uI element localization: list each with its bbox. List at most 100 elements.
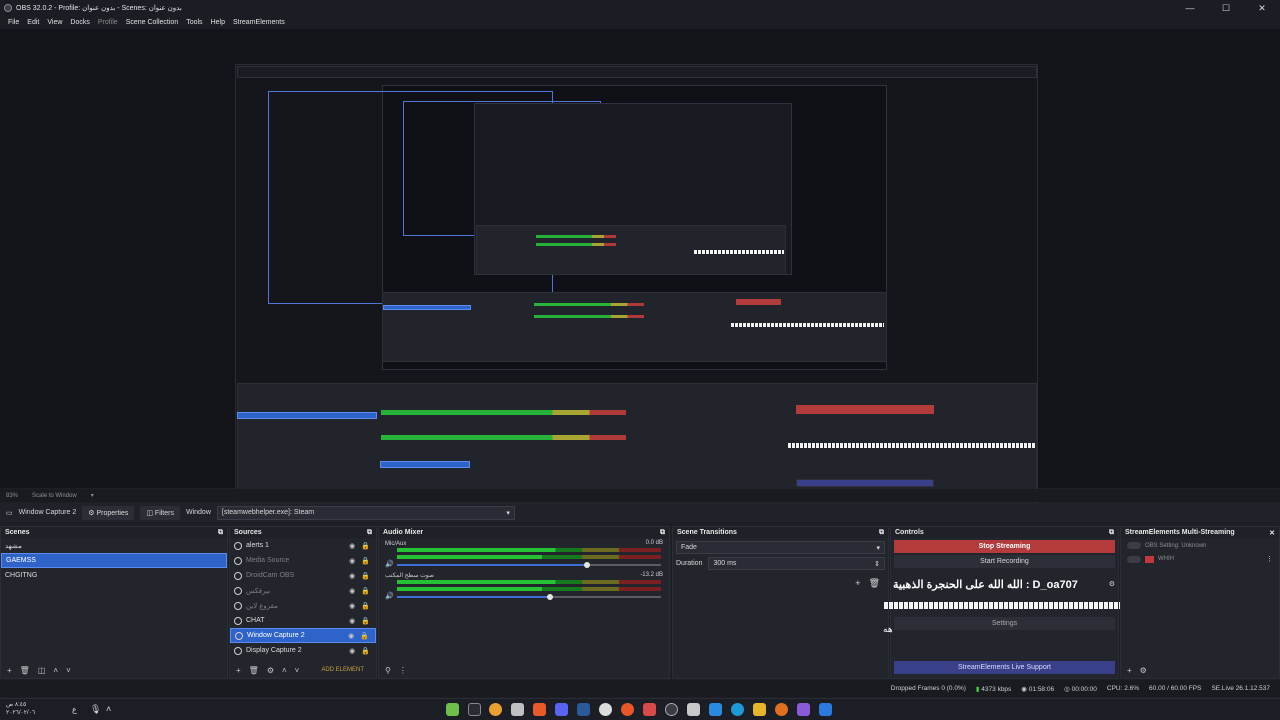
source-item[interactable]: مقروع لاين ◉ 🔒 [230,598,376,613]
app-icon[interactable] [468,703,481,716]
firefox-icon[interactable] [621,703,634,716]
source-item[interactable]: alerts 1 ◉ 🔒 [230,538,376,553]
settings-button[interactable]: Settings [894,617,1115,630]
app-icon[interactable] [643,703,656,716]
menu-edit[interactable]: Edit [23,19,43,26]
eye-icon[interactable]: ◉ [349,602,355,610]
minimize-button[interactable]: — [1172,0,1208,16]
close-icon[interactable]: ✕ [1269,529,1275,537]
live-support-button[interactable]: StreamElements Live Support [894,661,1115,674]
more-icon[interactable]: ⋮ [1266,555,1273,563]
preview-area[interactable] [0,29,1280,516]
window-select[interactable]: [steamwebhelper.exe]: Steam ▾ [216,505,515,520]
lock-icon[interactable]: 🔒 [361,602,370,610]
chevron-up-icon[interactable]: ˄ [282,666,287,675]
app-icon[interactable] [511,703,524,716]
file-explorer-icon[interactable] [753,703,766,716]
volume-slider[interactable] [397,562,661,568]
scene-item[interactable]: CHGITNG [1,568,227,583]
start-recording-button[interactable]: Start Recording [894,555,1115,568]
lock-icon[interactable]: 🔒 [361,557,370,565]
duration-field[interactable]: 300 ms ⇕ [708,557,885,570]
filter-icon[interactable]: ◫ [38,666,46,675]
source-item[interactable]: Display Capture 2 ◉ 🔒 [230,643,376,658]
eye-icon[interactable]: ◉ [349,647,355,655]
dock-undock-icon[interactable]: ⧉ [218,529,223,537]
eye-icon[interactable]: ◉ [349,542,355,550]
more-icon[interactable]: ⋮ [399,666,407,675]
trash-icon[interactable]: 🗑 [20,666,30,675]
chrome-icon[interactable] [489,703,502,716]
steam-icon[interactable] [577,703,590,716]
dock-undock-icon[interactable]: ⧉ [367,529,372,537]
menu-help[interactable]: Help [207,19,229,26]
filters-button[interactable]: ◫ Filters [140,505,180,520]
toggle[interactable] [1127,542,1141,549]
speaker-icon[interactable]: 🔊 [385,560,394,568]
menu-profile[interactable]: Profile [94,19,122,26]
dock-undock-icon[interactable]: ⧉ [879,529,884,537]
zoom-level[interactable]: 83% [6,493,18,499]
maximize-button[interactable]: ☐ [1208,0,1244,16]
transition-select[interactable]: Fade ▾ [676,541,885,554]
source-item[interactable]: Media Source ◉ 🔒 [230,553,376,568]
chevron-down-icon[interactable]: ˅ [66,666,71,675]
lock-icon[interactable]: 🔒 [361,587,370,595]
trash-icon[interactable]: 🗑 [869,578,880,589]
app-icon[interactable] [446,703,459,716]
app-icon[interactable] [599,703,612,716]
trash-icon[interactable]: 🗑 [249,666,259,675]
lock-icon[interactable]: 🔒 [361,572,370,580]
language-indicator[interactable]: ع [72,705,77,714]
lock-icon[interactable]: 🔒 [361,647,370,655]
preview-canvas[interactable] [235,64,1038,516]
eye-icon[interactable]: ◉ [349,617,355,625]
app-icon[interactable] [797,703,810,716]
clock[interactable]: ٨:٤٥ ص ٢٠٢٦/٠٢/٠٦ [6,701,35,717]
properties-button[interactable]: ⚙ Properties [82,505,135,520]
volume-knob[interactable] [584,562,591,568]
gear-icon[interactable]: ⚙ [1109,580,1115,588]
menu-docks[interactable]: Docks [66,19,93,26]
link-icon[interactable]: ⚲ [385,666,391,675]
chevron-up-icon[interactable]: ˄ [53,666,58,675]
menu-view[interactable]: View [43,19,66,26]
microphone-icon[interactable]: 🎙 [90,704,101,715]
app-icon[interactable] [533,703,546,716]
stop-streaming-button[interactable]: Stop Streaming [894,540,1115,553]
eye-icon[interactable]: ◉ [348,632,354,640]
chevron-up-icon[interactable]: ˄ [106,704,111,714]
dock-undock-icon[interactable]: ⧉ [660,529,665,537]
vscode-icon[interactable] [709,703,722,716]
app-icon[interactable] [687,703,700,716]
source-item[interactable]: بيرفكس ◉ 🔒 [230,583,376,598]
eye-icon[interactable]: ◉ [349,557,355,565]
source-item[interactable]: Window Capture 2 ◉ 🔒 [230,628,376,643]
volume-slider[interactable] [397,594,661,600]
eye-icon[interactable]: ◉ [349,572,355,580]
menu-streamelements[interactable]: StreamElements [229,19,289,26]
volume-knob[interactable] [547,594,554,600]
add-icon[interactable]: + [1127,666,1132,675]
gear-icon[interactable]: ⚙ [1140,666,1147,675]
add-icon[interactable]: + [7,666,12,675]
gear-icon[interactable]: ⚙ [267,666,274,675]
dock-undock-icon[interactable]: ⧉ [1109,529,1114,537]
add-icon[interactable]: + [236,666,241,675]
lock-icon[interactable]: 🔒 [361,542,370,550]
close-button[interactable]: ✕ [1244,0,1280,16]
menu-scene-collection[interactable]: Scene Collection [122,19,183,26]
add-icon[interactable]: + [855,578,860,589]
toggle[interactable] [1127,555,1141,563]
chevron-down-icon[interactable]: ▾ [91,492,94,499]
edge-icon[interactable] [731,703,744,716]
chevron-down-icon[interactable]: ˅ [295,666,300,675]
speaker-icon[interactable]: 🔊 [385,592,394,600]
scene-item-selected[interactable]: GAEMSS [1,553,227,568]
lock-icon[interactable]: 🔒 [360,632,369,640]
scene-item[interactable]: مشهد [1,538,227,553]
discord-icon[interactable] [555,703,568,716]
obs-icon[interactable] [665,703,678,716]
windows-start-icon[interactable] [819,703,832,716]
source-item[interactable]: DroidCam OBS ◉ 🔒 [230,568,376,583]
